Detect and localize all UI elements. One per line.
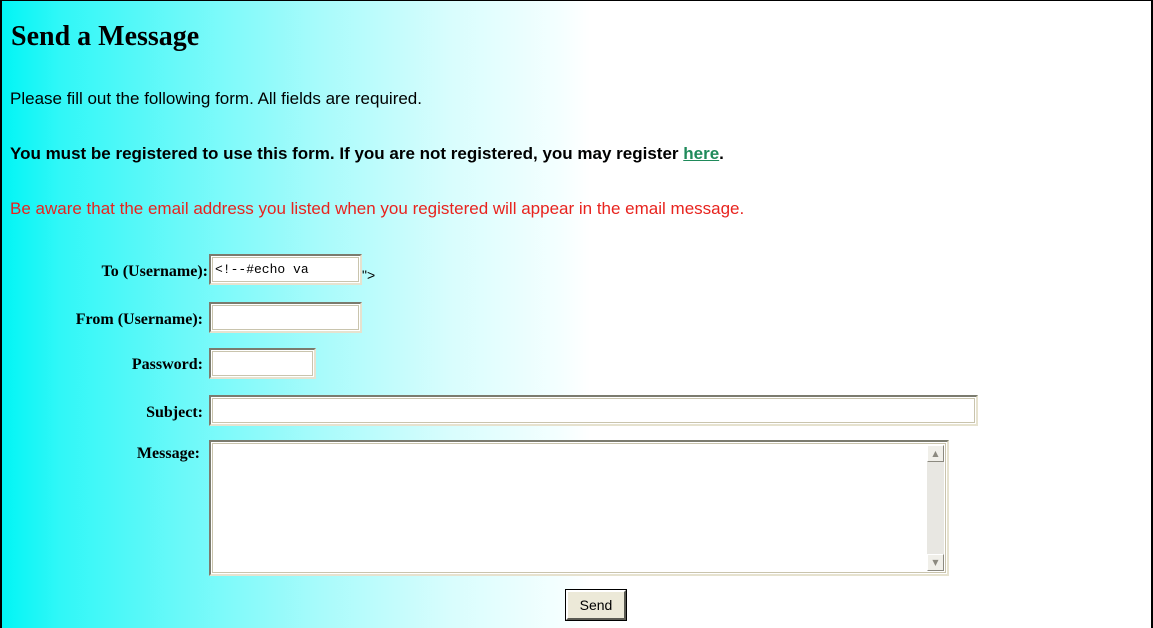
from-username-label: From (Username): — [75, 311, 203, 328]
password-input[interactable] — [209, 348, 316, 379]
page-title: Send a Message — [11, 21, 200, 52]
frame-top-border — [0, 0, 1153, 1]
message-box: ▲ ▼ — [209, 440, 949, 576]
subject-input[interactable] — [209, 395, 978, 426]
subject-label: Subject: — [146, 404, 203, 421]
registration-notice-text: You must be registered to use this form.… — [10, 144, 684, 163]
registration-notice: You must be registered to use this form.… — [10, 144, 724, 164]
registration-notice-period: . — [719, 144, 724, 163]
to-username-suffix: "> — [362, 267, 376, 283]
message-label: Message: — [136, 445, 200, 462]
scroll-up-arrow-icon[interactable]: ▲ — [927, 445, 944, 462]
message-scrollbar[interactable]: ▲ ▼ — [927, 445, 944, 571]
frame-left-border — [0, 0, 2, 628]
register-here-link[interactable]: here — [683, 144, 719, 163]
scroll-down-arrow-icon[interactable]: ▼ — [927, 554, 944, 571]
to-username-label: To (Username): — [101, 263, 209, 280]
to-username-input[interactable] — [209, 254, 362, 285]
send-button[interactable]: Send — [565, 589, 627, 621]
from-username-input[interactable] — [209, 302, 362, 333]
email-warning: Be aware that the email address you list… — [10, 199, 745, 218]
intro-text: Please fill out the following form. All … — [10, 89, 422, 108]
message-textarea[interactable] — [215, 446, 926, 570]
password-label: Password: — [131, 356, 203, 373]
